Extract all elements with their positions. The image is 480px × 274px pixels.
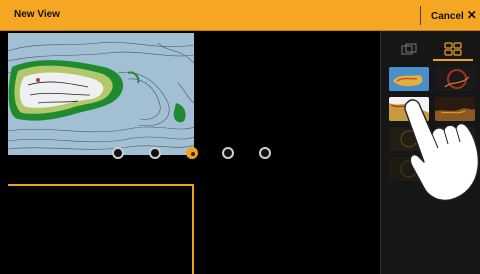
touch-hand-icon	[404, 99, 480, 202]
chart-thumbnail[interactable]	[389, 67, 429, 91]
split-handle-4[interactable]	[222, 147, 234, 159]
empty-pane[interactable]	[194, 33, 380, 184]
title-bar: New View Cancel ✕	[0, 0, 480, 31]
sonar-thumbnail[interactable]	[435, 67, 475, 91]
title-separator	[420, 6, 421, 25]
multi-view-tab[interactable]	[433, 39, 473, 59]
single-view-tab[interactable]	[389, 39, 429, 59]
split-line-horizontal	[8, 184, 194, 186]
chart-map	[8, 33, 194, 155]
page-title: New View	[14, 9, 60, 20]
chart-icon	[389, 67, 429, 91]
cancel-button[interactable]: Cancel ✕	[431, 8, 477, 22]
grid-icon	[444, 42, 462, 56]
split-handle-3[interactable]	[186, 147, 198, 159]
chart-pane[interactable]	[8, 33, 194, 155]
sonar-icon	[435, 67, 475, 91]
cancel-label: Cancel	[431, 11, 464, 22]
single-pane-icon	[401, 43, 417, 55]
split-handle-2[interactable]	[149, 147, 161, 159]
view-canvas[interactable]	[0, 31, 380, 274]
close-icon: ✕	[466, 8, 477, 22]
split-line-vertical	[192, 184, 194, 274]
split-handle-1[interactable]	[112, 147, 124, 159]
split-handle-5[interactable]	[259, 147, 271, 159]
tab-selected-indicator	[433, 59, 473, 61]
